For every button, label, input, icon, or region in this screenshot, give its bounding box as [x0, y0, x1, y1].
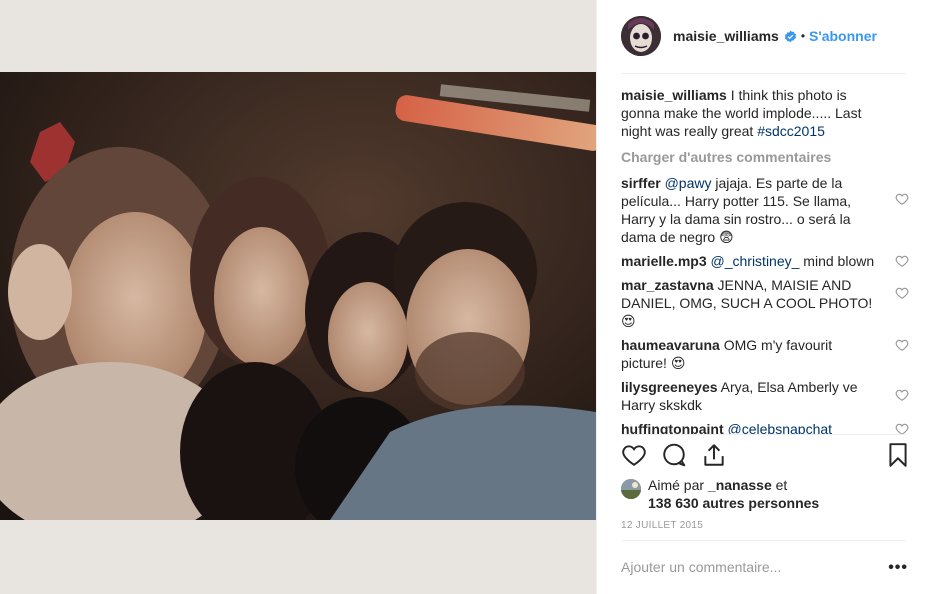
- caption-hashtag[interactable]: #sdcc2015: [757, 123, 825, 139]
- separator-dot: •: [800, 29, 806, 43]
- follow-button[interactable]: S'abonner: [809, 28, 877, 44]
- divider: [621, 540, 906, 541]
- comment-item: haumeavaruna OMG m'y favourit picture! 😍: [621, 336, 911, 372]
- share-icon[interactable]: [701, 442, 727, 468]
- comment-username[interactable]: lilysgreeneyes: [621, 379, 718, 395]
- load-more-comments-button[interactable]: Charger d'autres commentaires: [621, 148, 911, 166]
- comment-username[interactable]: mar_zastavna: [621, 277, 714, 293]
- comment-mention[interactable]: @celebsnapchat: [728, 421, 833, 434]
- heart-small-icon[interactable]: [895, 388, 909, 402]
- comment-username[interactable]: huffingtonpaint: [621, 421, 724, 434]
- heart-small-icon[interactable]: [895, 192, 909, 206]
- comment-item: sirffer @pawy jajaja. Es parte de la pel…: [621, 174, 911, 246]
- comment-item: lilysgreeneyes Arya, Elsa Amberly ve Har…: [621, 378, 911, 414]
- comment-icon[interactable]: [661, 442, 687, 468]
- liker-avatar[interactable]: [621, 479, 641, 499]
- comment-username[interactable]: haumeavaruna: [621, 337, 720, 353]
- divider: [621, 73, 906, 74]
- divider: [621, 434, 906, 435]
- caption-username[interactable]: maisie_williams: [621, 87, 727, 103]
- heart-small-icon[interactable]: [895, 338, 909, 352]
- post-header: maisie_williams • S'abonner: [621, 14, 911, 58]
- heart-icon[interactable]: [621, 442, 647, 468]
- comment-username[interactable]: marielle.mp3: [621, 253, 707, 269]
- caption: maisie_williams I think this photo is go…: [621, 86, 911, 140]
- more-options-icon[interactable]: •••: [888, 559, 908, 577]
- likes-summary: Aimé par _nanasse et 138 630 autres pers…: [621, 476, 911, 512]
- likes-count[interactable]: 138 630 autres personnes: [648, 495, 819, 511]
- liker-username[interactable]: _nanasse: [708, 477, 772, 493]
- comment-item: marielle.mp3 @_christiney_ mind blown: [621, 252, 911, 270]
- verified-badge-icon: [784, 30, 797, 43]
- likes-prefix: Aimé par: [648, 477, 708, 493]
- header-username[interactable]: maisie_williams: [673, 28, 779, 44]
- comment-emoji: 😍: [621, 313, 636, 329]
- action-bar: [621, 442, 911, 472]
- bookmark-icon[interactable]: [885, 442, 911, 468]
- comment-emoji: 😍: [670, 355, 686, 371]
- post-date[interactable]: 12 JUILLET 2015: [621, 520, 703, 531]
- likes-middle: et: [771, 477, 788, 493]
- comment-mention[interactable]: @_christiney_: [711, 253, 800, 269]
- add-comment-input[interactable]: Ajouter un commentaire...: [621, 559, 781, 575]
- avatar[interactable]: [621, 16, 661, 56]
- comment-text: mind blown: [799, 253, 875, 269]
- comments-list[interactable]: maisie_williams I think this photo is go…: [621, 86, 911, 434]
- heart-small-icon[interactable]: [895, 286, 909, 300]
- heart-small-icon[interactable]: [895, 254, 909, 268]
- comment-mention[interactable]: @pawy: [665, 175, 712, 191]
- comment-item: mar_zastavna JENNA, MAISIE AND DANIEL, O…: [621, 276, 911, 330]
- comment-item: huffingtonpaint @celebsnapchat: [621, 420, 911, 434]
- comment-emoji: 😨: [719, 229, 734, 245]
- heart-small-icon[interactable]: [895, 422, 909, 434]
- comment-username[interactable]: sirffer: [621, 175, 661, 191]
- photo-pane: [0, 0, 596, 594]
- post-photo[interactable]: [0, 72, 596, 520]
- post-sidebar: maisie_williams • S'abonner maisie_willi…: [596, 0, 930, 594]
